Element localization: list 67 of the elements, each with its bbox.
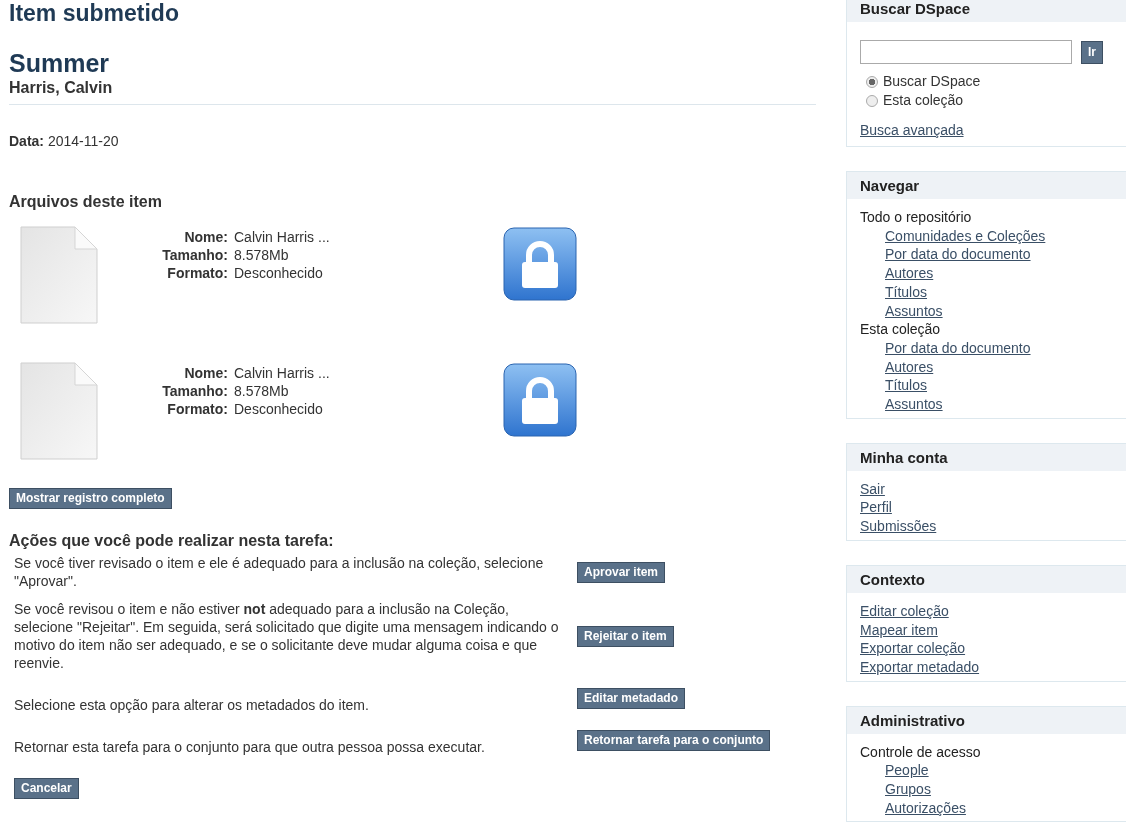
field-label: Formato: (166, 264, 228, 282)
page-title: Item submetido (9, 0, 180, 28)
show-full-record-button[interactable]: Mostrar registro completo (9, 488, 172, 509)
radio-label: Buscar DSpace (883, 72, 981, 91)
sidebar-link[interactable]: Mapear item (860, 620, 1113, 640)
field-label: Formato: (166, 400, 228, 418)
radio-label: Esta coleção (883, 91, 964, 110)
date-value: 2014-11-20 (46, 133, 119, 149)
panel-title: Contexto (847, 565, 1126, 593)
sidebar-label: Todo o repositório (860, 208, 973, 227)
sidebar-link[interactable]: People (860, 761, 1113, 781)
radio-button[interactable] (866, 94, 878, 107)
sidebar-link[interactable]: Sair (860, 479, 1113, 499)
sidebar-link[interactable]: Títulos (860, 282, 1113, 302)
sidebar-link[interactable]: Submissões (860, 517, 1113, 536)
item-author: Harris, Calvin (9, 78, 114, 98)
action-description: Se você revisou o item e não estiver not adequado para a inclusão na Coleção, selecione "Rejeitar". Em seguida, será solicitado que digite uma mensagem indicando o motivo do item não ser adequado, e se o solicitante deve mudar alguma coisa e que reenvie. (14, 600, 560, 672)
sidebar-link[interactable]: Autorizações (860, 798, 1113, 818)
action-button[interactable]: Editar metadado (577, 687, 686, 709)
field-value: Calvin Harris ... (234, 364, 331, 382)
action-description: Se você tiver revisado o item e ele é adequado para a inclusão na coleção, selecione "Aprovar". (14, 554, 545, 590)
sidebar-link[interactable]: Autores (860, 357, 1113, 377)
item-title: Summer (9, 48, 111, 78)
field-value: Desconhecido (234, 264, 324, 282)
document-icon (19, 361, 99, 461)
sidebar-link[interactable]: Por data do documento (860, 338, 1113, 358)
panel-title: Minha conta (847, 443, 1126, 471)
panel-title: Administrativo (847, 706, 1126, 734)
field-label: Tamanho: (161, 382, 228, 400)
sidebar-link[interactable]: Grupos (860, 780, 1113, 799)
sidebar-link[interactable]: Títulos (860, 376, 1113, 396)
section-heading: Arquivos deste item (9, 193, 163, 211)
action-description: Retornar esta tarefa para o conjunto para que outra pessoa possa executar. (14, 738, 486, 756)
sidebar-label: Controle de acesso (860, 742, 982, 762)
section-heading: Ações que você pode realizar nesta tarefa: (9, 532, 335, 550)
sidebar-link[interactable]: Exportar metadado (860, 657, 1113, 677)
padlock-icon (503, 363, 577, 437)
sidebar-label: Esta coleção (860, 320, 942, 339)
field-label: Tamanho: (161, 246, 228, 264)
field-label: Nome: (183, 228, 228, 246)
document-icon (19, 225, 99, 325)
panel-title: Buscar DSpace (847, 0, 1126, 22)
sidebar-link[interactable]: Comunidades e Coleções (860, 226, 1113, 246)
sidebar-link[interactable]: Por data do documento (860, 245, 1113, 265)
sidebar-link[interactable]: Assuntos (860, 395, 1113, 414)
radio-button[interactable] (866, 75, 878, 88)
cancel-button[interactable]: Cancelar (14, 778, 79, 799)
field-value: 8.578Mb (234, 246, 290, 264)
field-value: Desconhecido (234, 400, 324, 418)
padlock-icon (503, 227, 577, 301)
sidebar-link[interactable]: Editar coleção (860, 601, 1113, 621)
action-button[interactable]: Rejeitar o item (577, 625, 674, 647)
panel-title: Navegar (847, 172, 1126, 199)
sidebar-link[interactable]: Assuntos (860, 301, 1113, 321)
search-field[interactable] (860, 40, 1072, 64)
action-description: Selecione esta opção para alterar os metadados do item. (14, 696, 370, 714)
field-label: Nome: (183, 364, 228, 382)
go-button[interactable]: Ir (1081, 40, 1103, 64)
field-value: 8.578Mb (234, 382, 290, 400)
date-label: Data: (9, 133, 44, 149)
sidebar-link[interactable]: Exportar coleção (860, 639, 1113, 658)
action-button[interactable]: Aprovar item (577, 561, 666, 583)
sidebar-link[interactable]: Autores (860, 264, 1113, 283)
sidebar-link[interactable]: Perfil (860, 498, 1113, 518)
advanced-search-link[interactable]: Busca avançada (860, 122, 1113, 138)
action-button[interactable]: Retornar tarefa para o conjunto (577, 729, 771, 751)
field-value: Calvin Harris ... (234, 228, 331, 246)
